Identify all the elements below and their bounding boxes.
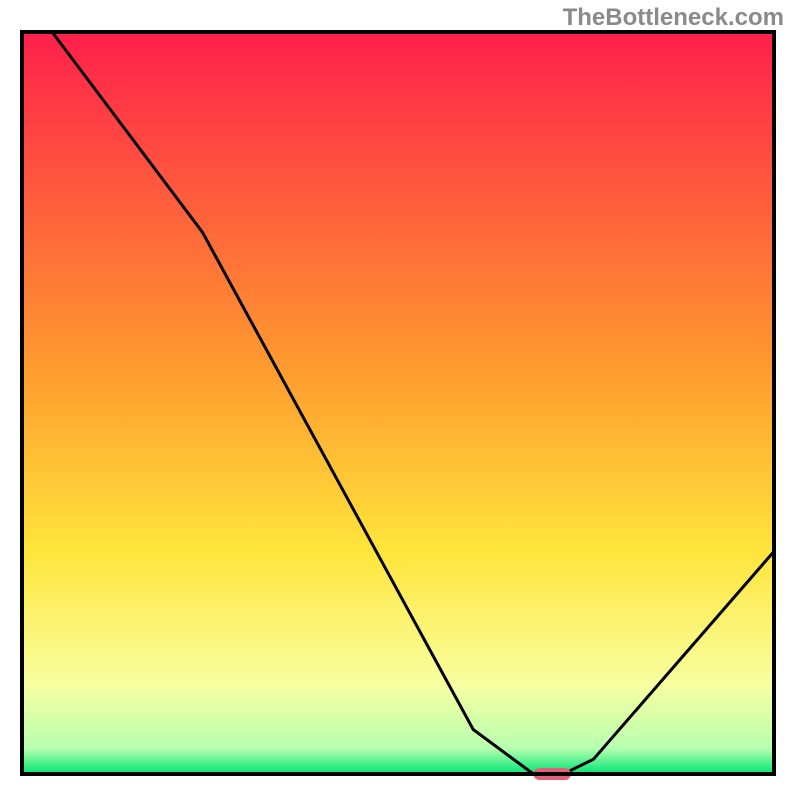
chart-svg (0, 0, 800, 800)
watermark-label: TheBottleneck.com (563, 4, 784, 32)
bottleneck-chart: TheBottleneck.com (0, 0, 800, 800)
